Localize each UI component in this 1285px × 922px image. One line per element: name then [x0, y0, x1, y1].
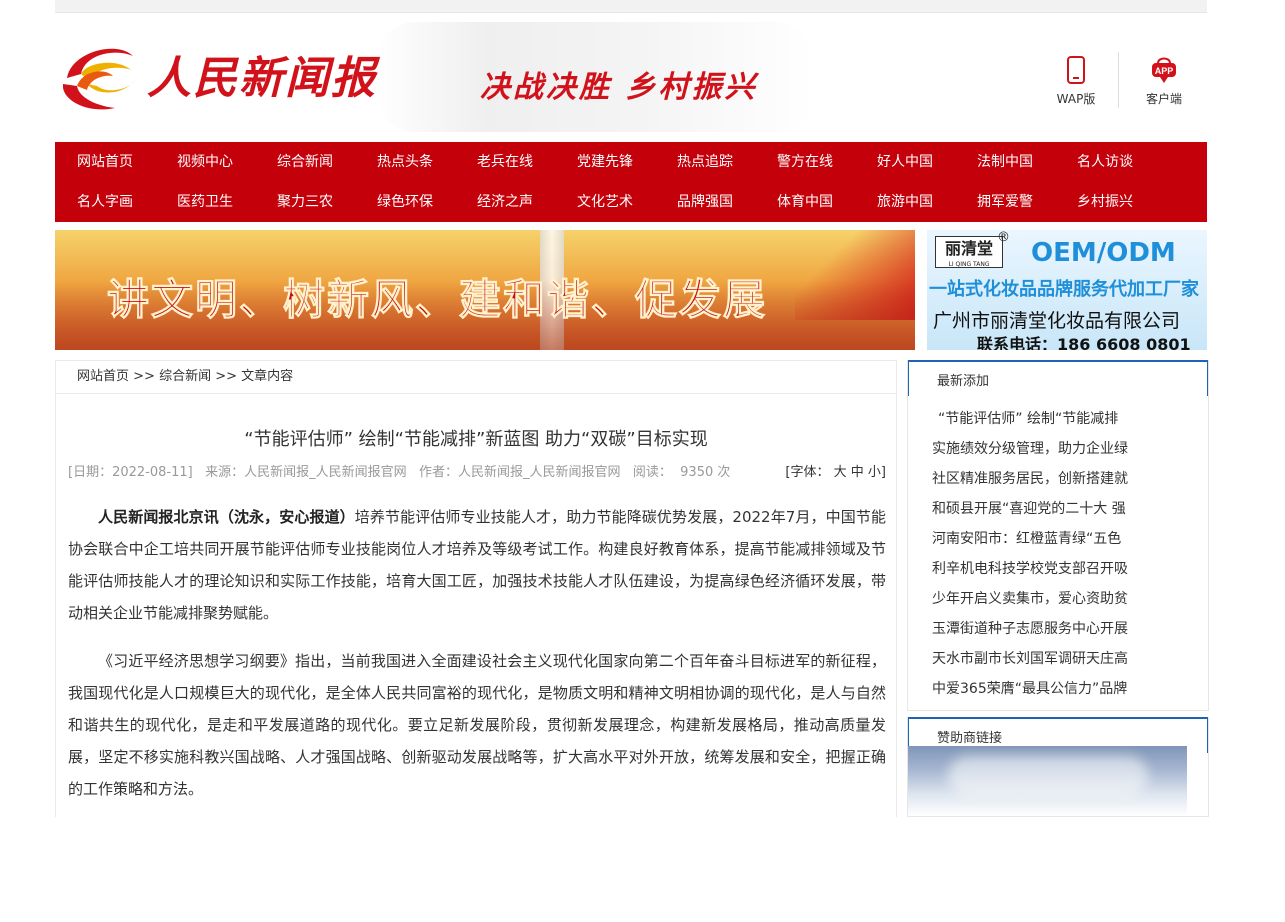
- article-lead: 人民新闻报北京讯（沈永，安心报道）: [98, 508, 355, 526]
- site-logo[interactable]: 人民新闻报: [55, 36, 375, 116]
- sponsor-header-bar: [909, 717, 1207, 719]
- article-panel: 网站首页 >> 综合新闻 >> 文章内容 “节能评估师” 绘制“节能减排”新蓝图…: [55, 360, 897, 817]
- app-link[interactable]: APP 客户端: [1134, 54, 1194, 114]
- nav-item[interactable]: 热点头条: [355, 142, 455, 182]
- nav-item[interactable]: 名人字画: [55, 182, 155, 222]
- nav-item[interactable]: 法制中国: [955, 142, 1055, 182]
- latest-item[interactable]: 天水市副市长刘国军调研天庄高: [932, 644, 1202, 674]
- nav-item[interactable]: 绿色环保: [355, 182, 455, 222]
- promo-banner-left[interactable]: 讲文明、树新风、建和谐、促发展: [55, 230, 915, 350]
- app-label: 客户端: [1145, 92, 1182, 106]
- nav-item[interactable]: 网站首页: [55, 142, 155, 182]
- nav-item[interactable]: 老兵在线: [455, 142, 555, 182]
- nav-item[interactable]: 综合新闻: [255, 142, 355, 182]
- font-size-small[interactable]: 小: [868, 465, 881, 480]
- font-size-label: [字体：: [785, 465, 830, 480]
- banner-slogan: 讲文明、树新风、建和谐、促发展: [106, 275, 768, 325]
- ad-phone: 联系电话：186 6608 0801: [977, 335, 1191, 350]
- header-slogan: 决战决胜 乡村振兴: [480, 70, 758, 105]
- article-meta-text: [日期：2022-08-11] 来源：人民新闻报_人民新闻报官网 作者：人民新闻…: [68, 465, 731, 480]
- font-size-large[interactable]: 大: [834, 465, 847, 480]
- font-size-medium[interactable]: 中: [851, 465, 864, 480]
- nav-item[interactable]: 好人中国: [855, 142, 955, 182]
- registered-mark: ®: [997, 230, 1010, 245]
- latest-item[interactable]: 社区精准服务居民，创新搭建就: [932, 464, 1202, 494]
- latest-item[interactable]: 玉潭街道种子志愿服务中心开展: [932, 614, 1202, 644]
- nav-item[interactable]: 旅游中国: [855, 182, 955, 222]
- latest-item[interactable]: 和硕县开展“喜迎党的二十大 强: [932, 494, 1202, 524]
- breadcrumb: 网站首页 >> 综合新闻 >> 文章内容: [56, 361, 896, 394]
- latest-item[interactable]: “节能评估师” 绘制“节能减排: [932, 404, 1202, 434]
- breadcrumb-current: 文章内容: [241, 369, 294, 384]
- font-size-end: ]: [880, 465, 886, 480]
- ad-brand-pinyin: LI QING TANG: [948, 261, 990, 268]
- nav-item[interactable]: 医药卫生: [155, 182, 255, 222]
- nav-item[interactable]: 文化艺术: [555, 182, 655, 222]
- latest-list: “节能评估师” 绘制“节能减排 实施绩效分级管理，助力企业绿 社区精准服务居民，…: [932, 404, 1202, 704]
- site-header: 人民新闻报 决战决胜 乡村振兴 WAP版 APP 客户端: [55, 22, 1207, 137]
- app-icon: APP: [1152, 57, 1176, 83]
- latest-item[interactable]: 河南安阳市：红橙蓝青绿“五色: [932, 524, 1202, 554]
- latest-panel: 最新添加 “节能评估师” 绘制“节能减排 实施绩效分级管理，助力企业绿 社区精准…: [907, 360, 1209, 711]
- latest-header: 最新添加: [908, 360, 1208, 396]
- article-paragraph-1: 人民新闻报北京讯（沈永，安心报道）培养节能评估师专业技能人才，助力节能降碳优势发…: [68, 501, 886, 629]
- nav-row-2: 名人字画 医药卫生 聚力三农 绿色环保 经济之声 文化艺术 品牌强国 体育中国 …: [55, 182, 1207, 222]
- sponsor-title: 赞助商链接: [937, 731, 1003, 746]
- latest-item[interactable]: 利辛机电科技学校党支部召开吸: [932, 554, 1202, 584]
- ad-company: 广州市丽清堂化妆品有限公司: [933, 310, 1181, 332]
- latest-item[interactable]: 中爱365荣膺“最具公信力”品牌: [932, 674, 1202, 704]
- breadcrumb-separator: >>: [129, 369, 160, 384]
- breadcrumb-separator: >>: [211, 369, 242, 384]
- breadcrumb-home[interactable]: 网站首页: [77, 361, 129, 393]
- header-divider: [1118, 52, 1119, 108]
- main-nav: 网站首页 视频中心 综合新闻 热点头条 老兵在线 党建先锋 热点追踪 警方在线 …: [55, 142, 1207, 222]
- logo-swirl-icon: [62, 48, 135, 110]
- sponsor-panel: 赞助商链接: [907, 717, 1209, 817]
- ad-banner-right[interactable]: 丽清堂 LI QING TANG ® OEM/ODM 一站式化妆品品牌服务代加工…: [927, 230, 1207, 350]
- nav-item[interactable]: 视频中心: [155, 142, 255, 182]
- ad-brand-name: 丽清堂: [944, 239, 993, 258]
- breadcrumb-section[interactable]: 综合新闻: [159, 361, 211, 393]
- font-size-switcher: [字体： 大 中 小]: [785, 461, 886, 480]
- ad-brand-logo: 丽清堂 LI QING TANG: [935, 236, 1003, 268]
- nav-item[interactable]: 聚力三农: [255, 182, 355, 222]
- top-strip: [55, 0, 1207, 13]
- sponsor-image[interactable]: [908, 746, 1187, 816]
- nav-item[interactable]: 品牌强国: [655, 182, 755, 222]
- latest-item[interactable]: 少年开启义卖集市，爱心资助贫: [932, 584, 1202, 614]
- logo-text: 人民新闻报: [147, 53, 377, 104]
- nav-item[interactable]: 热点追踪: [655, 142, 755, 182]
- article-paragraph-2: 《习近平经济思想学习纲要》指出，当前我国进入全面建设社会主义现代化国家向第二个百…: [68, 652, 886, 798]
- article-meta: [日期：2022-08-11] 来源：人民新闻报_人民新闻报官网 作者：人民新闻…: [68, 461, 886, 483]
- app-badge-text: APP: [1155, 66, 1174, 76]
- latest-item[interactable]: 实施绩效分级管理，助力企业绿: [932, 434, 1202, 464]
- nav-item[interactable]: 体育中国: [755, 182, 855, 222]
- article-title: “节能评估师” 绘制“节能减排”新蓝图 助力“双碳”目标实现: [244, 429, 708, 450]
- wap-label: WAP版: [1056, 92, 1096, 106]
- latest-header-bar: [909, 360, 1207, 362]
- phone-icon: [1067, 56, 1085, 84]
- nav-item[interactable]: 乡村振兴: [1055, 182, 1155, 222]
- nav-item[interactable]: 经济之声: [455, 182, 555, 222]
- nav-item[interactable]: 名人访谈: [1055, 142, 1155, 182]
- nav-item[interactable]: 党建先锋: [555, 142, 655, 182]
- ad-tagline: 一站式化妆品品牌服务代加工厂家: [929, 279, 1199, 300]
- wap-link[interactable]: WAP版: [1046, 54, 1106, 114]
- nav-row-1: 网站首页 视频中心 综合新闻 热点头条 老兵在线 党建先锋 热点追踪 警方在线 …: [55, 142, 1207, 182]
- nav-item[interactable]: 警方在线: [755, 142, 855, 182]
- latest-title: 最新添加: [937, 374, 990, 389]
- ad-oem-text: OEM/ODM: [1031, 238, 1176, 268]
- nav-item[interactable]: 拥军爱警: [955, 182, 1055, 222]
